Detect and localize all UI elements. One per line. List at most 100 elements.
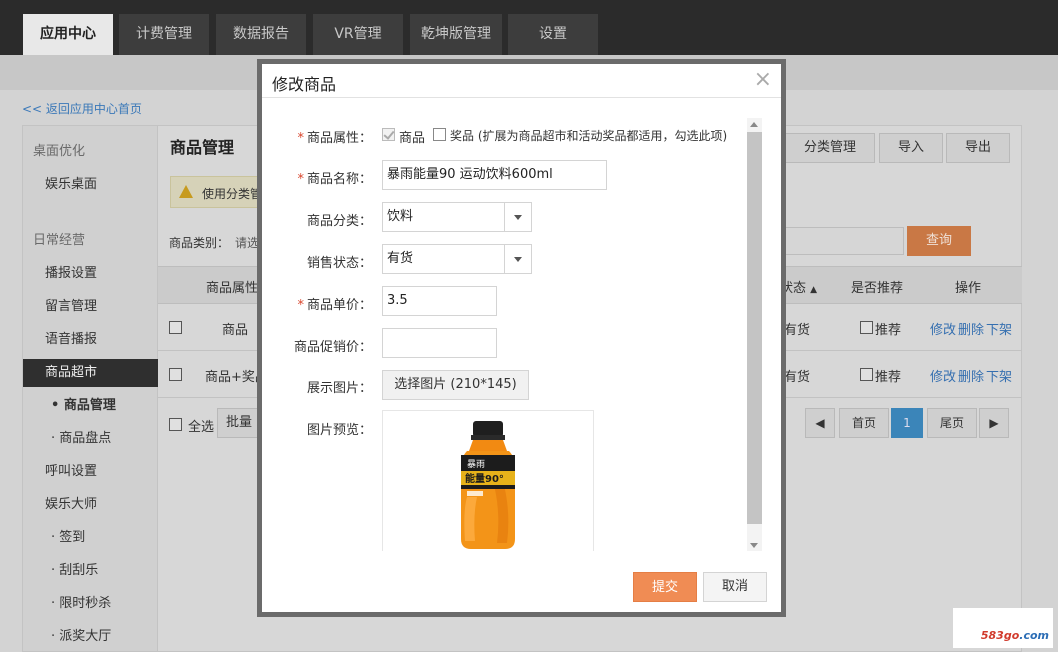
pager-current-page[interactable]: 1 [891, 408, 923, 438]
row-edit-link[interactable]: 修改 [930, 366, 956, 385]
price-label: * 商品单价： [297, 298, 372, 313]
sidebar-item-prize-hall[interactable]: · 派奖大厅 [23, 623, 159, 651]
sidebar-item-goods-manage[interactable]: • 商品管理 [23, 392, 159, 420]
submit-button[interactable]: 提交 [633, 572, 697, 602]
site-watermark: 583go.com [953, 608, 1053, 648]
pager-last-button[interactable]: 尾页 [927, 408, 977, 438]
bottle-image: 暴雨 能量90° [461, 421, 515, 549]
chevron-down-icon[interactable] [504, 203, 531, 231]
modal-header: 修改商品 × [262, 64, 781, 98]
sidebar-item-broadcast[interactable]: 播报设置 [23, 260, 159, 288]
pager-first-button[interactable]: 首页 [839, 408, 889, 438]
promo-price-input[interactable] [382, 328, 497, 358]
category-filter-label: 商品类别： [169, 236, 230, 250]
row-checkbox[interactable] [169, 321, 182, 334]
row-delete-link[interactable]: 删除 [958, 319, 984, 338]
goods-name-input[interactable]: 暴雨能量90 运动饮料600ml [382, 160, 607, 190]
row-recommend-checkbox[interactable] [860, 368, 873, 381]
category-select[interactable]: 饮料 [382, 202, 532, 232]
sidebar-item-ent-master[interactable]: 娱乐大师 [23, 491, 159, 519]
nav-tab-qiankun[interactable]: 乾坤版管理 [410, 14, 502, 55]
sidebar-item-messages[interactable]: 留言管理 [23, 293, 159, 321]
select-all-label: 全选 [188, 420, 215, 435]
sidebar: 桌面优化 娱乐桌面 日常经营 播报设置 留言管理 语音播报 商品超市 • 商品管… [22, 125, 159, 652]
page-title: 商品管理 [170, 138, 235, 157]
nav-tab-billing[interactable]: 计费管理 [119, 14, 209, 55]
row-recommend-label: 推荐 [875, 370, 902, 385]
sidebar-item-inventory[interactable]: · 商品盘点 [23, 425, 159, 453]
price-input[interactable]: 3.5 [382, 286, 497, 316]
chevron-right-icon: ▶ [989, 416, 999, 430]
back-to-app-center-link[interactable]: << 返回应用中心首页 [22, 100, 142, 117]
row-recommend-label: 推荐 [875, 323, 902, 338]
sort-up-icon[interactable]: ▲ [810, 285, 817, 295]
nav-tab-app-center[interactable]: 应用中心 [23, 14, 113, 55]
row-recommend-checkbox[interactable] [860, 321, 873, 334]
query-button[interactable]: 查询 [907, 226, 971, 256]
attr-label: * 商品属性： [297, 131, 372, 146]
bottle-label-text: 能量90° [465, 472, 504, 485]
category-manage-button[interactable]: 分类管理 [785, 133, 875, 163]
edit-goods-modal: 修改商品 × * 商品属性： 商品 奖品 (扩展为商品超市和活动奖品都适用，勾选此… [262, 64, 781, 612]
import-button[interactable]: 导入 [879, 133, 943, 163]
row-offline-link[interactable]: 下架 [986, 319, 1012, 338]
bottle-brand-text: 暴雨 [467, 459, 485, 470]
row-delete-link[interactable]: 删除 [958, 366, 984, 385]
select-all-checkbox[interactable] [169, 418, 182, 431]
search-input[interactable] [784, 227, 904, 255]
row-status: 有货 [784, 323, 811, 338]
category-filter-select[interactable]: 请选 [235, 234, 259, 251]
pager-prev-button[interactable]: ◀ [805, 408, 835, 438]
scroll-down-icon[interactable] [750, 543, 758, 548]
image-label: 展示图片： [306, 381, 372, 396]
sidebar-group-daily: 日常经营 [33, 233, 86, 248]
sale-status-select[interactable]: 有货 [382, 244, 532, 274]
warning-icon [179, 185, 193, 198]
sidebar-item-scratch[interactable]: · 刮刮乐 [23, 557, 159, 585]
prize-checkbox-label: 奖品 (扩展为商品超市和活动奖品都适用，勾选此项) [450, 129, 728, 143]
top-nav-bar: 应用中心 计费管理 数据报告 VR管理 乾坤版管理 设置 [0, 0, 1058, 55]
chevron-down-icon[interactable] [504, 245, 531, 273]
choose-image-button[interactable]: 选择图片 (210*145) [382, 370, 529, 400]
sidebar-item-voice[interactable]: 语音播报 [23, 326, 159, 354]
warning-text: 使用分类管 [202, 187, 263, 201]
modal-scrollbar[interactable] [747, 118, 762, 551]
name-label: * 商品名称： [297, 172, 372, 187]
watermark-prefix: 583go [980, 629, 1020, 642]
batch-button[interactable]: 批量 [217, 408, 261, 438]
th-attr: 商品属性 [206, 281, 259, 296]
row-offline-link[interactable]: 下架 [986, 366, 1012, 385]
modal-body: * 商品属性： 商品 奖品 (扩展为商品超市和活动奖品都适用，勾选此项) * 商品名… [262, 99, 781, 551]
sidebar-item-call[interactable]: 呼叫设置 [23, 458, 159, 486]
export-button[interactable]: 导出 [946, 133, 1010, 163]
modal-title: 修改商品 [272, 75, 337, 94]
sidebar-item-ent-desktop[interactable]: 娱乐桌面 [23, 171, 159, 199]
category-label: 商品分类： [306, 214, 372, 229]
category-select-value: 饮料 [387, 209, 414, 224]
sidebar-group-desktop: 桌面优化 [33, 144, 86, 159]
modal-footer: 提交 取消 [262, 562, 781, 612]
th-recommend: 是否推荐 [851, 281, 904, 296]
promo-price-label: 商品促销价： [293, 340, 372, 355]
sidebar-item-market[interactable]: 商品超市 [23, 359, 159, 387]
sidebar-item-flash-sale[interactable]: · 限时秒杀 [23, 590, 159, 618]
prize-checkbox[interactable] [433, 128, 446, 141]
nav-tab-settings[interactable]: 设置 [508, 14, 598, 55]
sidebar-item-checkin[interactable]: · 签到 [23, 524, 159, 552]
preview-label: 图片预览： [306, 423, 372, 438]
pager-next-button[interactable]: ▶ [979, 408, 1009, 438]
warning-banner: 使用分类管 [170, 176, 263, 208]
cancel-button[interactable]: 取消 [703, 572, 767, 602]
close-icon[interactable]: × [754, 68, 772, 92]
goods-checkbox[interactable] [382, 128, 395, 141]
scrollbar-thumb[interactable] [747, 132, 762, 524]
image-preview: 暴雨 能量90° [382, 410, 594, 551]
scroll-up-icon[interactable] [750, 122, 758, 127]
sale-status-label: 销售状态： [306, 256, 372, 271]
watermark-suffix: .com [1019, 629, 1049, 642]
row-edit-link[interactable]: 修改 [930, 319, 956, 338]
row-checkbox[interactable] [169, 368, 182, 381]
nav-tab-vr[interactable]: VR管理 [313, 14, 403, 55]
nav-tab-data-report[interactable]: 数据报告 [216, 14, 306, 55]
chevron-left-icon: ◀ [815, 416, 825, 430]
